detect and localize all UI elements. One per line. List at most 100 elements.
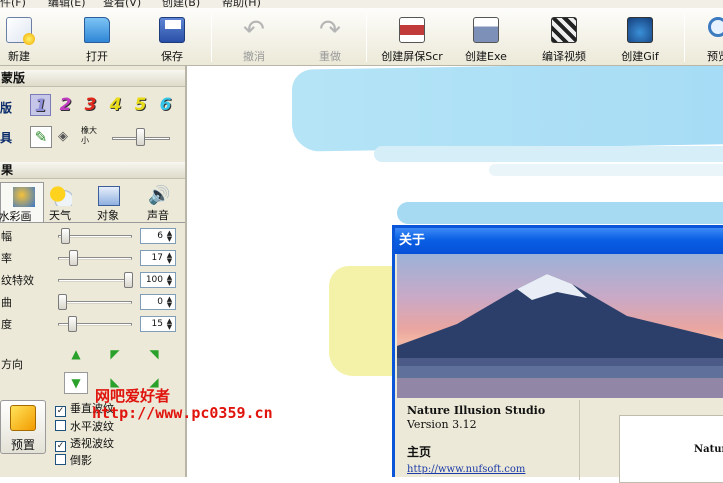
layer-1-button[interactable]: 1: [30, 94, 51, 116]
layer-6-button[interactable]: 6: [155, 94, 176, 116]
speaker-icon: 🔊: [148, 185, 171, 206]
slider-thumb[interactable]: [69, 250, 79, 266]
open-button[interactable]: 打开: [78, 8, 116, 66]
slider-row: 幅 6 ▲ ▼: [0, 225, 185, 247]
create-gif-button[interactable]: 创建Gif: [618, 8, 662, 66]
slider-label: 度: [1, 318, 12, 331]
new-button[interactable]: 新建: [0, 8, 38, 66]
homepage-label: 主页: [407, 445, 432, 459]
value-spinner[interactable]: 6 ▲ ▼: [140, 228, 176, 244]
slider-label: 率: [1, 252, 12, 265]
toolbar-separator: [366, 14, 367, 62]
info-box: Natur: [619, 415, 723, 483]
eraser-size-thumb[interactable]: [136, 128, 145, 146]
toolbar-separator: [211, 14, 212, 62]
redo-button[interactable]: ↷ 重做: [311, 8, 349, 66]
layer-4-button[interactable]: 4: [105, 94, 126, 116]
spinner-arrows-icon[interactable]: ▲ ▼: [165, 318, 174, 331]
layer-3-button[interactable]: 3: [80, 94, 101, 116]
preview-button[interactable]: 预览: [698, 8, 723, 66]
compile-video-button[interactable]: 编译视频: [540, 8, 588, 66]
chart-object-icon: [98, 186, 120, 206]
layer-2-button[interactable]: 2: [55, 94, 76, 116]
arrow-up-icon[interactable]: ▲: [68, 346, 84, 362]
light-blue-paint-stroke: [374, 146, 723, 162]
toolbar-separator: [684, 14, 685, 62]
app-version: Version 3.12: [407, 418, 477, 431]
checkbox-box: ✓: [55, 441, 66, 452]
value-spinner[interactable]: 0 ▲ ▼: [140, 294, 176, 310]
value-spinner[interactable]: 100 ▲ ▼: [140, 272, 176, 288]
tab-divider: [0, 222, 185, 223]
new-document-icon: [6, 17, 35, 45]
direction-label: 方向: [1, 358, 23, 371]
slider-label: 纹特效: [1, 274, 34, 287]
create-screensaver-button[interactable]: 创建屏保Scr: [381, 8, 443, 66]
spinner-arrows-icon[interactable]: ▲ ▼: [165, 252, 174, 265]
preset-button[interactable]: 预置: [0, 400, 46, 454]
slider-row: 率 17 ▲ ▼: [0, 247, 185, 269]
arrow-up-right-icon[interactable]: ◥: [146, 346, 162, 362]
mountain-illustration: [397, 274, 723, 398]
spinner-arrows-icon[interactable]: ▲ ▼: [165, 296, 174, 309]
checkbox-box: [55, 454, 66, 465]
pencil-icon[interactable]: ✎: [30, 126, 52, 148]
save-button[interactable]: 保存: [153, 8, 191, 66]
homepage-link[interactable]: http://www.nufsoft.com: [407, 464, 545, 475]
menu-edit[interactable]: 编辑(E): [48, 0, 86, 8]
spinner-arrows-icon[interactable]: ▲ ▼: [165, 230, 174, 243]
yellow-paint-stroke: [329, 266, 399, 376]
clapperboard-icon: [551, 17, 577, 43]
watercolor-icon: [13, 187, 35, 207]
slider-thumb[interactable]: [61, 228, 71, 244]
create-exe-button[interactable]: 创建Exe: [465, 8, 507, 66]
slider-label: 幅: [1, 230, 12, 243]
undo-button[interactable]: ↶ 撤消: [235, 8, 273, 66]
watermark-title: 网吧爱好者: [95, 387, 171, 405]
app-name: Nature Illusion Studio: [407, 404, 546, 417]
dialog-title-bar[interactable]: 关于: [395, 228, 723, 254]
screensaver-icon: [399, 17, 425, 43]
menu-help[interactable]: 帮助(H): [222, 0, 261, 8]
slider-thumb[interactable]: [124, 272, 133, 288]
tab-sound[interactable]: 🔊 声音: [136, 182, 180, 223]
value-spinner[interactable]: 15 ▲ ▼: [140, 316, 176, 332]
value-spinner[interactable]: 17 ▲ ▼: [140, 250, 176, 266]
dialog-divider: [579, 400, 580, 480]
arrow-down-icon[interactable]: ▼: [64, 372, 88, 394]
open-folder-icon: [84, 17, 110, 43]
menu-bar: 件(F) 编辑(E) 查看(V) 创建(B) 帮助(H): [0, 0, 723, 8]
perspective-ripple-checkbox[interactable]: ✓ 透视波纹: [55, 437, 114, 453]
slider-track[interactable]: [58, 279, 132, 282]
tab-objects[interactable]: 对象: [86, 182, 130, 222]
slider-track[interactable]: [58, 301, 132, 304]
effects-section-header: 果: [0, 162, 185, 179]
menu-create[interactable]: 创建(B): [162, 0, 200, 8]
menu-file[interactable]: 件(F): [0, 0, 26, 8]
tab-weather[interactable]: 天气: [38, 182, 82, 222]
about-info: Nature Illusion Studio Version 3.12 主页 h…: [407, 404, 545, 475]
horizontal-ripple-checkbox[interactable]: 水平波纹: [55, 420, 114, 436]
slider-thumb[interactable]: [67, 316, 77, 332]
spinner-arrows-icon[interactable]: ▲ ▼: [165, 274, 174, 287]
reflection-checkbox[interactable]: 倒影: [55, 454, 92, 470]
arrow-up-left-icon[interactable]: ◤: [107, 346, 123, 362]
slider-row: 度 15 ▲ ▼: [0, 313, 185, 335]
layers-label: 版: [0, 101, 13, 115]
menu-view[interactable]: 查看(V): [103, 0, 141, 8]
preset-lightning-icon: [10, 405, 36, 431]
tools-label: 具: [0, 131, 13, 145]
blue-paint-stroke-2: [397, 202, 723, 224]
watermark-url: http://www.pc0359.cn: [92, 404, 273, 422]
slider-row: 曲 0 ▲ ▼: [0, 291, 185, 313]
about-dialog: 关于 Nature Illusion Studio Version 3.12 主…: [392, 225, 723, 483]
slider-thumb[interactable]: [58, 294, 67, 310]
blue-paint-stroke: [292, 66, 723, 152]
checkbox-box: ✓: [55, 406, 66, 417]
slider-label: 曲: [1, 296, 12, 309]
eraser-icon[interactable]: ◈: [58, 130, 74, 144]
redo-arrow-icon: ↷: [319, 15, 341, 45]
pale-paint-stroke: [489, 164, 723, 176]
exe-window-icon: [473, 17, 499, 43]
layer-5-button[interactable]: 5: [130, 94, 151, 116]
